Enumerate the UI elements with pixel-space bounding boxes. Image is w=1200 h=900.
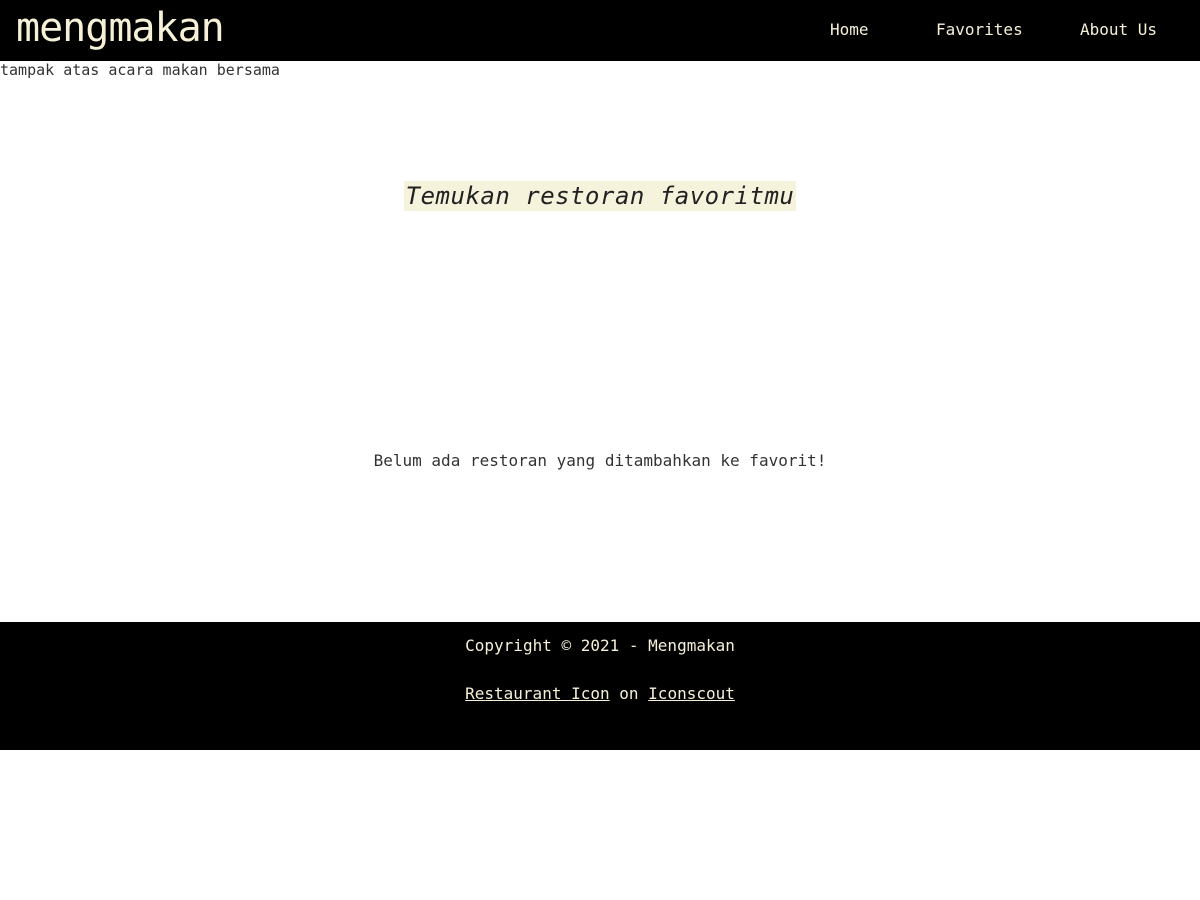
- page-heading: Temukan restoran favoritmu: [0, 174, 1200, 212]
- restaurant-icon-link[interactable]: Restaurant Icon: [465, 684, 610, 703]
- footer-copyright: Copyright © 2021 - Mengmakan: [465, 636, 735, 655]
- hero-image: tampak atas acara makan bersama: [0, 61, 280, 79]
- footer-credit: Restaurant Icon on Iconscout: [0, 684, 1200, 704]
- navbar: mengmakan Home Favorites About Us: [0, 0, 1200, 61]
- page-heading-text: Temukan restoran favoritmu: [403, 181, 797, 211]
- nav-link-home[interactable]: Home: [830, 20, 869, 39]
- nav-link-favorites[interactable]: Favorites: [936, 20, 1023, 39]
- empty-favorites-message: Belum ada restoran yang ditambahkan ke f…: [373, 451, 827, 470]
- footer: Copyright © 2021 - Mengmakan Restaurant …: [0, 622, 1200, 750]
- iconscout-link[interactable]: Iconscout: [648, 684, 735, 703]
- brand-logo[interactable]: mengmakan: [16, 2, 225, 54]
- nav-link-about[interactable]: About Us: [1080, 20, 1157, 39]
- credit-separator: on: [619, 684, 639, 703]
- hero-image-alt-text: tampak atas acara makan bersama: [0, 61, 280, 79]
